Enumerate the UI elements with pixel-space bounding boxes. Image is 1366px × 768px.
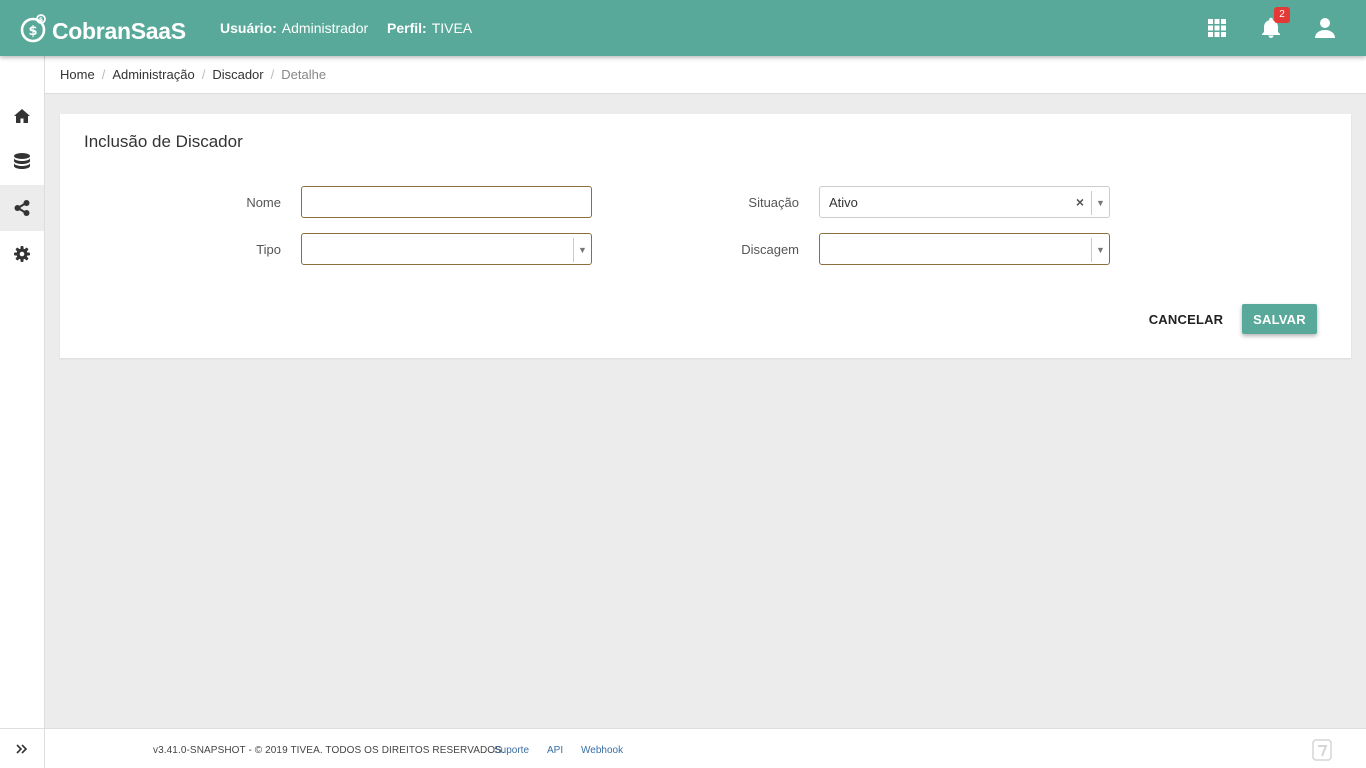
breadcrumb-separator: / [270,67,275,82]
breadcrumb-separator: / [101,67,106,82]
svg-text:$: $ [28,24,37,39]
chevron-down-icon[interactable]: ▼ [573,238,591,262]
tipo-label: Tipo [256,242,281,257]
breadcrumb-administracao[interactable]: Administração [112,67,194,82]
discagem-select[interactable]: ▼ [819,233,1110,265]
nome-label: Nome [246,195,281,210]
page-title: Inclusão de Discador [84,132,243,151]
nome-input[interactable] [301,186,592,218]
notification-badge: 2 [1274,7,1290,23]
coin-logo-icon: $ $ [19,13,49,43]
user-icon [1315,18,1335,38]
situacao-value: Ativo [829,195,858,210]
sidebar-item-home[interactable] [0,93,44,139]
sidebar-item-settings[interactable] [0,231,44,277]
double-chevron-right-icon [16,743,28,754]
chevron-down-icon[interactable]: ▼ [1091,238,1109,262]
cancel-button[interactable]: CANCELAR [1145,304,1227,334]
breadcrumb-home[interactable]: Home [60,67,95,82]
footer: v3.41.0-SNAPSHOT - © 2019 TIVEA. TODOS O… [45,728,1366,768]
top-bar: $ $ CobranSaaS Usuário: Administrador Per… [0,0,1366,56]
clear-icon[interactable]: × [1076,194,1084,210]
current-user: Usuário: Administrador [220,20,368,36]
home-icon [14,109,30,123]
user-value: Administrador [281,20,369,36]
copyright-text: v3.41.0-SNAPSHOT - © 2019 TIVEA. TODOS O… [153,745,505,756]
share-icon [14,200,30,216]
sidebar-item-database[interactable] [0,139,44,185]
app-logo[interactable]: $ $ CobranSaaS [19,11,186,45]
profile-value: TIVEA [431,20,473,36]
user-menu-button[interactable] [1311,14,1339,42]
sidebar [0,56,45,768]
gear-icon [14,246,30,262]
tipo-select[interactable]: ▼ [301,233,592,265]
form-card: Inclusão de Discador Nome Tipo ▼ Situaçã… [60,114,1351,358]
sidebar-expand-button[interactable] [0,728,45,768]
breadcrumb-discador[interactable]: Discador [212,67,263,82]
user-label: Usuário: [220,20,277,36]
database-icon [14,153,30,169]
breadcrumb: Home / Administração / Discador / Detalh… [45,56,1366,94]
save-button[interactable]: SALVAR [1242,304,1317,334]
support-link[interactable]: Suporte [494,745,529,756]
sidebar-item-share[interactable] [0,185,44,231]
webhook-link[interactable]: Webhook [581,745,623,756]
vendor-logo-icon [1312,739,1332,761]
svg-text:$: $ [39,17,43,24]
chevron-down-icon[interactable]: ▼ [1091,191,1109,215]
apps-grid-button[interactable] [1203,14,1231,42]
app-name: CobranSaaS [52,17,186,44]
api-link[interactable]: API [547,745,563,756]
current-profile: Perfil: TIVEA [387,20,472,36]
discagem-label: Discagem [741,242,799,257]
breadcrumb-detalhe: Detalhe [281,67,327,82]
profile-label: Perfil: [387,20,427,36]
breadcrumb-separator: / [201,67,206,82]
situacao-select[interactable]: Ativo × ▼ [819,186,1110,218]
situacao-label: Situação [748,195,799,210]
apps-grid-icon [1208,19,1226,37]
